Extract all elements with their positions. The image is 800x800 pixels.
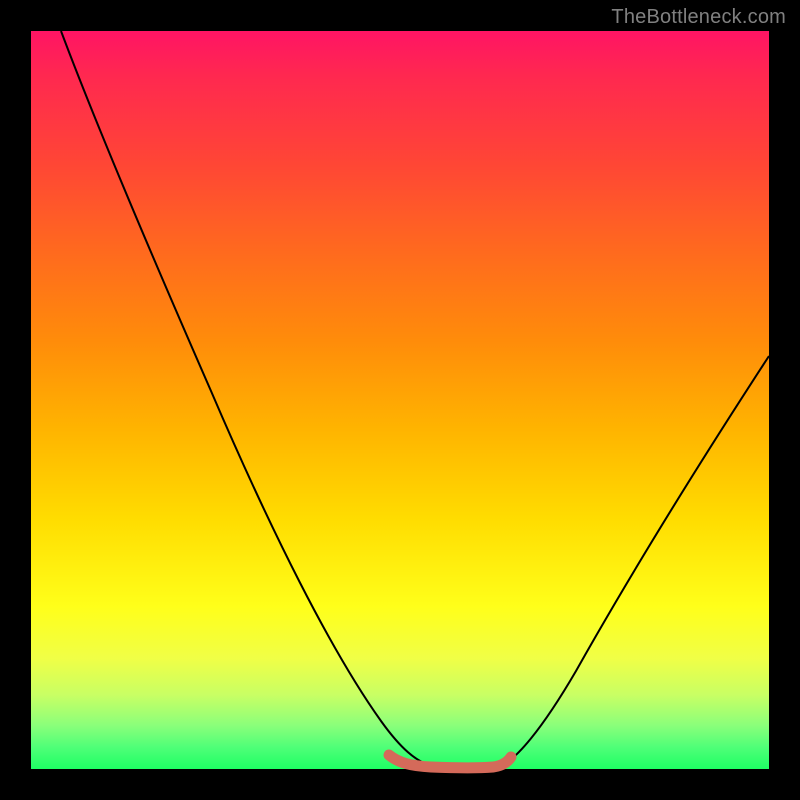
bottom-highlight <box>389 755 511 768</box>
right-curve <box>501 356 769 766</box>
watermark-text: TheBottleneck.com <box>611 6 786 29</box>
chart-frame: TheBottleneck.com <box>0 0 800 800</box>
left-curve <box>61 31 431 766</box>
curve-overlay <box>31 31 769 769</box>
